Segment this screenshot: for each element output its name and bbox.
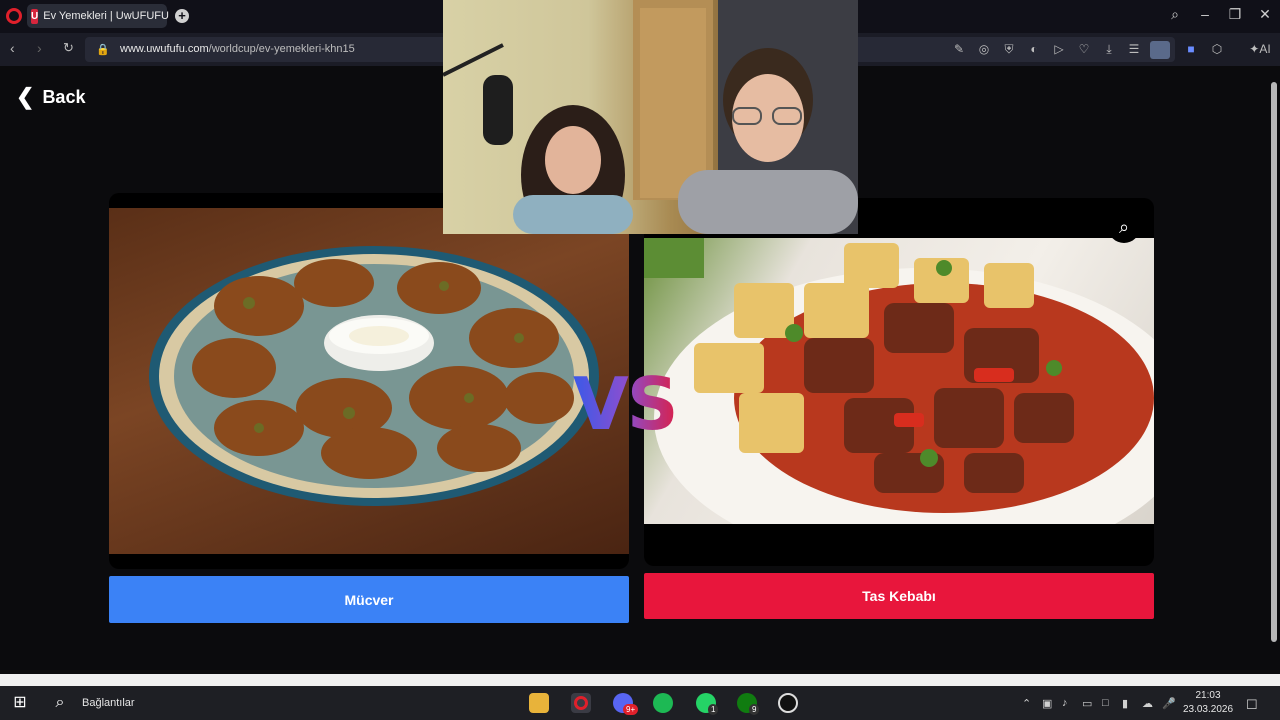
opera-menu-icon[interactable]	[6, 8, 22, 24]
vertical-scrollbar[interactable]	[1268, 66, 1280, 674]
ai-button[interactable]: ✦AI	[1247, 41, 1273, 57]
close-window-icon[interactable]: ✕	[1255, 6, 1275, 23]
shield-icon[interactable]: ⛨	[1001, 41, 1017, 57]
scroll-thumb[interactable]	[1271, 82, 1277, 642]
tray-app-icon[interactable]: ▣	[1042, 697, 1052, 710]
mucver-illustration	[149, 246, 599, 506]
discord-badge: 9+	[623, 704, 639, 715]
choose-tas-kebabi-button[interactable]: Tas Kebabı	[644, 573, 1154, 619]
url-text[interactable]: www.uwufufu.com/worldcup/ev-yemekleri-kh…	[120, 43, 355, 55]
search-icon[interactable]: ⌕	[50, 693, 70, 713]
webcam-overlay	[443, 0, 858, 234]
choose-mucver-button[interactable]: Mücver	[109, 576, 629, 623]
opera-taskbar-icon[interactable]	[571, 693, 591, 713]
clock-time: 21:03	[1195, 690, 1221, 701]
tray-device-icon[interactable]: ▭	[1082, 697, 1092, 710]
minimize-icon[interactable]: –	[1195, 6, 1215, 22]
search-tabs-icon[interactable]: ⌕	[1165, 6, 1185, 23]
lock-icon: 🔒	[96, 44, 110, 56]
forward-nav-icon[interactable]: ›	[37, 40, 42, 56]
tab-ev-yemekleri[interactable]: U Ev Yemekleri | UwUFUFU	[27, 4, 169, 28]
chevron-left-icon: ❮	[16, 84, 35, 109]
tas-kebabi-illustration	[644, 238, 1154, 524]
microphone-icon[interactable]: 🎤	[1162, 697, 1176, 710]
zoom-icon[interactable]: ⌕	[1108, 211, 1140, 243]
edit-icon[interactable]: ✎	[951, 41, 967, 57]
taskbar-search-label[interactable]: Bağlantılar	[82, 697, 135, 709]
vpn-icon[interactable]: ◐	[1026, 41, 1042, 57]
volume-icon[interactable]: ♪	[1062, 697, 1068, 709]
play-icon[interactable]: ▷	[1051, 41, 1067, 57]
cube-icon[interactable]: ⬡	[1209, 41, 1225, 57]
heart-icon[interactable]: ♡	[1076, 41, 1092, 57]
ai-label: AI	[1259, 42, 1271, 56]
webcam-feed	[443, 0, 858, 234]
menu-icon[interactable]: ☰	[1126, 41, 1142, 57]
windows-start-icon[interactable]: ⊞	[10, 693, 30, 713]
camera-icon[interactable]: ◎	[976, 41, 992, 57]
obs-icon[interactable]	[778, 693, 798, 713]
tab-title: Ev Yemekleri | UwUFUFU	[43, 10, 169, 22]
reload-icon[interactable]: ↻	[63, 40, 74, 56]
spotify-icon[interactable]	[653, 693, 673, 713]
new-tab-plus-icon[interactable]: +	[175, 9, 189, 23]
vs-label: VS	[573, 362, 679, 446]
profile-avatar[interactable]	[1150, 41, 1170, 59]
mucver-photo[interactable]	[109, 208, 629, 554]
back-button[interactable]: ❮ Back	[16, 84, 85, 110]
battery-icon[interactable]: ▮	[1122, 697, 1128, 710]
clock-date: 23.03.2026	[1182, 704, 1234, 715]
display-icon[interactable]: □	[1102, 697, 1109, 709]
extension-icon[interactable]: ■	[1183, 41, 1199, 57]
horizontal-scrollbar[interactable]	[0, 674, 1280, 686]
network-icon[interactable]: ☁	[1142, 697, 1153, 710]
back-nav-icon[interactable]: ‹	[10, 40, 15, 56]
back-label: Back	[42, 86, 86, 107]
restore-icon[interactable]: ❐	[1225, 6, 1245, 23]
file-explorer-icon[interactable]	[529, 693, 549, 713]
uwufufu-favicon-icon: U	[31, 8, 39, 24]
tas-kebabi-photo[interactable]	[644, 238, 1154, 524]
taskbar-clock[interactable]: 21:03 23.03.2026	[1180, 689, 1236, 717]
tray-chevron-icon[interactable]: ⌃	[1022, 697, 1031, 710]
notifications-icon[interactable]: ☐	[1246, 697, 1258, 713]
download-icon[interactable]: ⤓	[1101, 41, 1117, 57]
ai-sparkle-icon: ✦	[1249, 42, 1260, 56]
